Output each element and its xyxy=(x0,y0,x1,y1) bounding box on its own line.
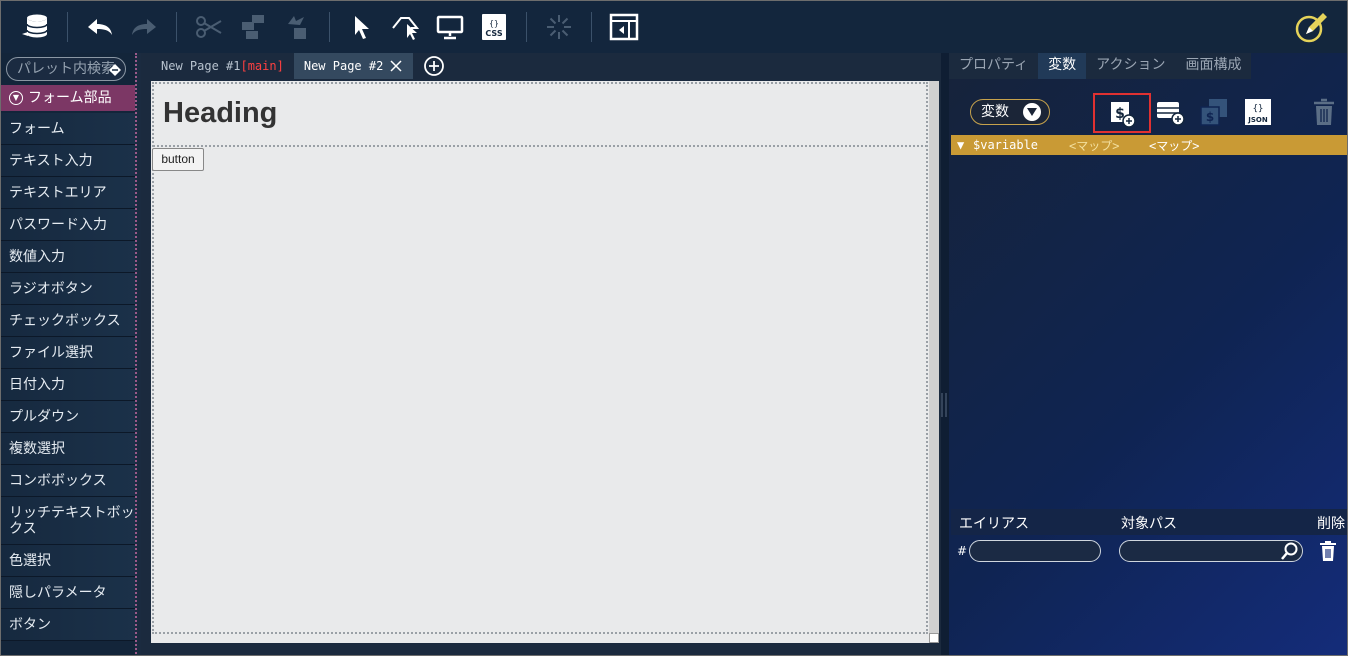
alias-prefix: # xyxy=(957,544,968,558)
variable-type-placeholder: <マップ> xyxy=(1069,138,1120,153)
add-row-icon[interactable] xyxy=(1155,97,1185,127)
toolbar-separator xyxy=(591,12,592,42)
variable-type-dropdown[interactable]: 変数 xyxy=(970,99,1050,125)
toolbar-separator xyxy=(526,12,527,42)
canvas-scrollbar[interactable] xyxy=(929,81,939,643)
palette-item[interactable]: コンボボックス xyxy=(1,465,135,497)
cut-icon[interactable] xyxy=(189,7,229,47)
palette-item[interactable]: ボタン xyxy=(1,609,135,641)
palette-group-label: フォーム部品 xyxy=(28,90,112,106)
variable-type-value[interactable]: <マップ> xyxy=(1149,137,1199,154)
tab-label: New Page #2 xyxy=(303,59,384,73)
palette-group-form-parts[interactable]: ▼ フォーム部品 xyxy=(1,85,135,111)
alias-table-row: # xyxy=(951,537,1347,567)
palette-item[interactable]: ラジオボタン xyxy=(1,273,135,305)
css-icon-label: CSS xyxy=(485,29,502,38)
preview-monitor-icon[interactable] xyxy=(430,7,470,47)
palette-item[interactable]: リッチテキストボックス xyxy=(1,497,135,545)
alias-input[interactable] xyxy=(969,540,1101,562)
palette-item[interactable]: ファイル選択 xyxy=(1,337,135,369)
main-page-marker: [main] xyxy=(240,59,284,73)
duplicate-variable-icon[interactable]: $ xyxy=(1199,97,1229,127)
palette-item[interactable]: パスワード入力 xyxy=(1,209,135,241)
alias-table-header: エイリアス 対象パス 削除 xyxy=(951,509,1347,535)
copy-icon[interactable] xyxy=(233,7,273,47)
palette-item[interactable]: プルダウン xyxy=(1,401,135,433)
app-window: {} CSS パレット内検索 ▼ フォーム部品 フォーム テキスト入力 テキストエ… xyxy=(0,0,1348,656)
canvas-heading[interactable]: Heading xyxy=(163,97,277,130)
edit-pencil-icon[interactable] xyxy=(1293,9,1329,45)
tab-properties[interactable]: プロパティ xyxy=(949,53,1039,79)
palette-item[interactable]: テキスト入力 xyxy=(1,145,135,177)
add-tab-icon[interactable] xyxy=(423,55,445,77)
close-icon[interactable] xyxy=(389,59,403,73)
variable-name: $variable xyxy=(973,138,1039,152)
design-canvas[interactable]: Heading button xyxy=(151,81,939,643)
component-palette: パレット内検索 ▼ フォーム部品 フォーム テキスト入力 テキストエリア パスワ… xyxy=(1,53,141,655)
toolbar-separator xyxy=(67,12,68,42)
collapse-circle-icon: ▼ xyxy=(9,91,23,105)
palette-item[interactable]: 複数選択 xyxy=(1,433,135,465)
tab-actions[interactable]: アクション xyxy=(1086,53,1176,79)
right-panel-tabs: プロパティ 変数 アクション 画面構成 xyxy=(949,53,1252,79)
form-outline xyxy=(152,82,928,634)
tab-variables[interactable]: 変数 xyxy=(1038,53,1087,79)
canvas-button[interactable]: button xyxy=(152,148,204,171)
main-toolbar: {} CSS xyxy=(1,1,1347,53)
palette-list: フォーム テキスト入力 テキストエリア パスワード入力 数値入力 ラジオボタン … xyxy=(1,113,135,641)
palette-item[interactable]: 隠しパラメータ xyxy=(1,577,135,609)
palette-item[interactable]: 日付入力 xyxy=(1,369,135,401)
palette-item[interactable]: フォーム xyxy=(1,113,135,145)
right-panel: プロパティ 変数 アクション 画面構成 変数 $ $ {} JSON ▼ $va… xyxy=(949,53,1347,655)
tab-new-page-1[interactable]: New Page #1[main] xyxy=(151,53,294,79)
variable-tree-row[interactable]: ▼ $variable <マップ> <マップ> xyxy=(951,135,1347,155)
undo-icon[interactable] xyxy=(80,7,120,47)
redo-icon[interactable] xyxy=(124,7,164,47)
svg-text:{}: {} xyxy=(489,19,499,28)
toolbar-separator xyxy=(176,12,177,42)
loading-icon xyxy=(539,7,579,47)
page-editor: New Page #1[main] New Page #2 Heading bu… xyxy=(141,53,947,655)
svg-text:$: $ xyxy=(1206,110,1214,124)
toolbar-separator xyxy=(329,12,330,42)
palette-item[interactable]: テキストエリア xyxy=(1,177,135,209)
clear-search-icon[interactable] xyxy=(108,62,122,76)
delete-row-trash-icon[interactable] xyxy=(1319,540,1337,562)
palette-item[interactable]: 数値入力 xyxy=(1,241,135,273)
tab-screen-structure[interactable]: 画面構成 xyxy=(1175,53,1252,79)
tab-label: New Page #1 xyxy=(161,59,241,73)
canvas-resize-corner[interactable] xyxy=(929,633,939,643)
search-icon[interactable] xyxy=(1281,542,1299,560)
layout-icon[interactable] xyxy=(604,7,644,47)
dropdown-label: 変数 xyxy=(981,103,1009,120)
paste-icon[interactable] xyxy=(277,7,317,47)
trash-icon[interactable] xyxy=(1309,97,1339,127)
add-variable-button[interactable]: $ xyxy=(1093,93,1151,133)
select-pointer-icon[interactable] xyxy=(342,7,382,47)
palette-item[interactable]: 色選択 xyxy=(1,545,135,577)
panel-splitter[interactable] xyxy=(941,393,947,417)
page-tabs: New Page #1[main] New Page #2 xyxy=(151,53,455,79)
target-path-input[interactable] xyxy=(1119,540,1303,562)
database-icon[interactable] xyxy=(15,7,55,47)
alias-column-header: エイリアス xyxy=(959,516,1029,532)
svg-text:{}: {} xyxy=(1253,104,1264,114)
section-divider xyxy=(153,145,927,147)
css-icon[interactable]: {} CSS xyxy=(474,7,514,47)
expand-triangle-icon[interactable]: ▼ xyxy=(957,138,969,152)
path-column-header: 対象パス xyxy=(1121,516,1177,532)
delete-column-header: 削除 xyxy=(1317,516,1345,532)
select-area-icon[interactable] xyxy=(386,7,426,47)
chevron-down-icon xyxy=(1023,103,1041,121)
palette-item[interactable]: チェックボックス xyxy=(1,305,135,337)
tab-new-page-2[interactable]: New Page #2 xyxy=(293,53,414,79)
json-icon[interactable]: {} JSON xyxy=(1243,97,1273,127)
json-icon-label: JSON xyxy=(1247,116,1268,124)
